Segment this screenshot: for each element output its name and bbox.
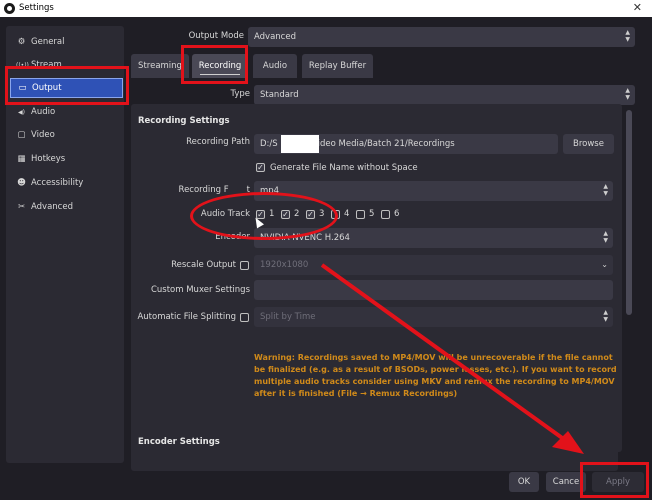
custom-muxer-label: Custom Muxer Settings	[150, 285, 250, 295]
output-settings-content: Output Mode Advanced ▲ ▼ Streaming Record…	[128, 20, 650, 471]
recording-path-suffix: ideo Media/Batch 21/Recordings	[317, 139, 455, 149]
tab-audio[interactable]: Audio	[253, 54, 297, 78]
type-label: Type	[230, 89, 250, 99]
chevron-down-icon: ⌄	[601, 260, 608, 269]
recording-tab-highlight-box	[181, 45, 248, 84]
file-splitting-select[interactable]: Split by Time ▲ ▼	[254, 307, 613, 327]
file-splitting-label: Automatic File Splitting	[137, 312, 236, 322]
recording-settings-title: Recording Settings	[138, 116, 230, 126]
output-mode-label: Output Mode	[188, 31, 244, 41]
keyboard-icon: ▦	[17, 154, 26, 164]
sidebar-item-advanced[interactable]: ✂ Advanced	[10, 198, 121, 216]
rescale-output-select[interactable]: 1920x1080 ⌄	[254, 255, 613, 275]
sidebar-item-general[interactable]: ⚙ General	[10, 33, 121, 51]
output-mode-value: Advanced	[254, 32, 296, 42]
monitor-icon: ▢	[17, 130, 26, 140]
rescale-output-value: 1920x1080	[260, 260, 309, 270]
title-bar: Settings ✕	[0, 0, 652, 17]
output-highlight-box	[5, 66, 129, 105]
accessibility-icon: ☻	[17, 178, 26, 188]
encoder-settings-title: Encoder Settings	[138, 437, 220, 447]
custom-muxer-input[interactable]	[254, 280, 613, 300]
rescale-output-checkbox[interactable]	[240, 261, 249, 270]
speaker-icon: ◀)	[18, 109, 25, 116]
sidebar-item-audio[interactable]: ◀) Audio	[10, 103, 121, 121]
tools-icon: ✂	[17, 202, 26, 212]
recording-path-label: Recording Path	[186, 137, 250, 147]
audio-track-4-label: 4	[344, 209, 350, 219]
spinner-icon: ▲ ▼	[603, 309, 608, 323]
sidebar-item-label: Advanced	[31, 202, 73, 212]
audio-track-6-checkbox[interactable]	[381, 210, 390, 219]
rescale-output-label: Rescale Output	[171, 260, 236, 270]
sidebar-item-label: Audio	[31, 107, 56, 117]
generate-filename-label: Generate File Name without Space	[270, 163, 418, 173]
obs-logo-icon	[4, 3, 15, 14]
sidebar-item-label: Accessibility	[31, 178, 84, 188]
close-icon[interactable]: ✕	[633, 1, 642, 14]
generate-filename-checkbox[interactable]: ✓	[256, 163, 265, 172]
gear-icon: ⚙	[17, 37, 26, 47]
type-value: Standard	[260, 90, 299, 100]
spinner-icon: ▲ ▼	[603, 183, 608, 197]
file-splitting-checkbox[interactable]	[240, 313, 249, 322]
type-select[interactable]: Standard ▲ ▼	[254, 85, 635, 105]
ok-button[interactable]: OK	[509, 472, 539, 492]
window-title: Settings	[19, 3, 54, 13]
audio-track-5-checkbox[interactable]	[356, 210, 365, 219]
scrollbar[interactable]	[626, 110, 632, 315]
mp4-warning-text: Warning: Recordings saved to MP4/MOV wil…	[254, 353, 617, 398]
redaction-box	[281, 135, 319, 153]
file-splitting-value: Split by Time	[260, 312, 316, 322]
spinner-icon: ▲ ▼	[625, 29, 630, 43]
recording-path-prefix: D:/S	[260, 139, 278, 149]
sidebar-item-video[interactable]: ▢ Video	[10, 126, 121, 144]
sidebar-item-accessibility[interactable]: ☻ Accessibility	[10, 174, 121, 192]
sidebar-item-label: Video	[31, 130, 55, 140]
tab-replay-buffer[interactable]: Replay Buffer	[302, 54, 373, 78]
spinner-icon: ▲ ▼	[625, 87, 630, 101]
spinner-icon: ▲ ▼	[603, 230, 608, 244]
browse-button[interactable]: Browse	[563, 134, 614, 154]
audio-track-highlight-oval	[190, 192, 338, 240]
sidebar-item-label: General	[31, 37, 65, 47]
apply-highlight-box	[580, 462, 649, 498]
output-mode-select[interactable]: Advanced ▲ ▼	[248, 27, 635, 47]
sidebar-item-hotkeys[interactable]: ▦ Hotkeys	[10, 150, 121, 168]
sidebar-item-label: Hotkeys	[31, 154, 66, 164]
audio-track-6-label: 6	[394, 209, 400, 219]
audio-track-5-label: 5	[369, 209, 375, 219]
